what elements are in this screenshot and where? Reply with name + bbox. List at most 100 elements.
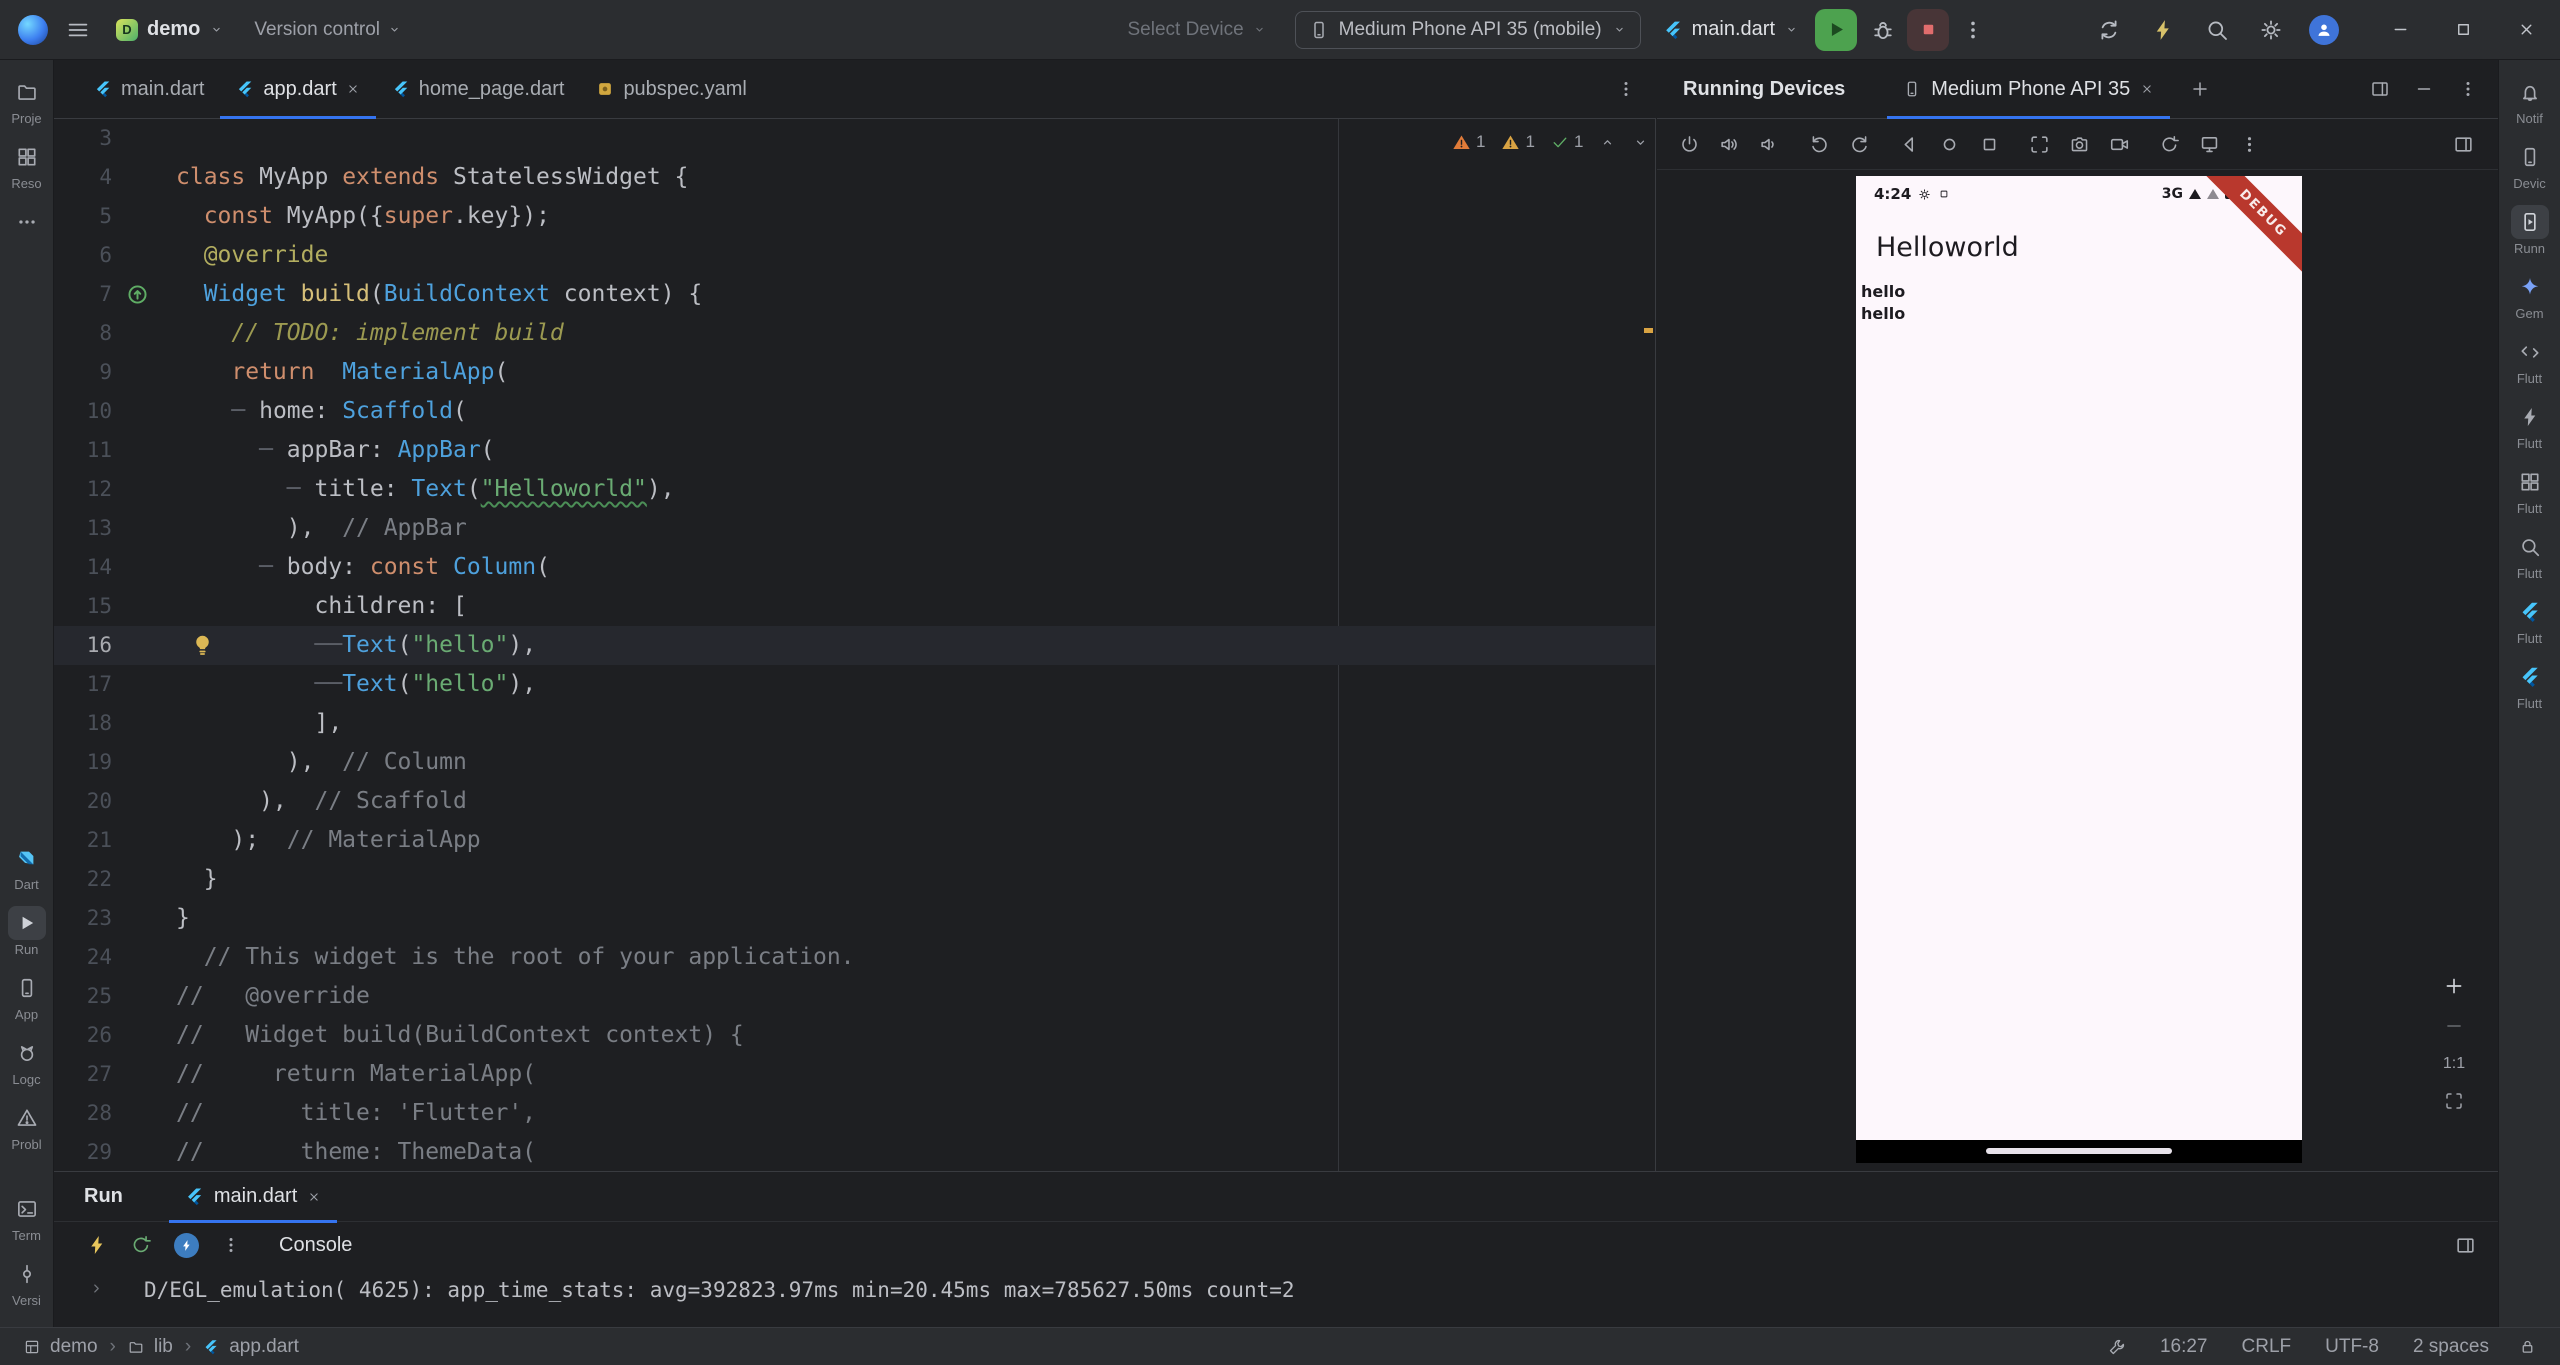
gesture-navigation-bar[interactable] xyxy=(1856,1140,2302,1163)
project-widget[interactable]: D demo xyxy=(116,18,224,41)
tool-version-control[interactable]: Versi xyxy=(8,1257,46,1308)
tab-main-dart[interactable]: main.dart xyxy=(78,60,220,118)
console-output[interactable]: D/EGL_emulation( 4625): app_time_stats: … xyxy=(54,1268,2498,1326)
tool-flutter-inspector[interactable]: Flutt xyxy=(2511,530,2549,581)
code-line[interactable]: 6 @override xyxy=(54,236,1655,275)
stop-button[interactable] xyxy=(1907,9,1949,51)
run-tab-main-dart[interactable]: main.dart xyxy=(169,1172,337,1222)
code-line[interactable]: 27// return MaterialApp( xyxy=(54,1055,1655,1094)
readonly-lock-icon[interactable] xyxy=(2519,1338,2536,1355)
volume-down-icon[interactable] xyxy=(1759,134,1780,155)
tool-flutter[interactable]: Flutt xyxy=(2511,660,2549,711)
tool-flutter-performance[interactable]: Flutt xyxy=(2511,400,2549,451)
crumb-project[interactable]: demo xyxy=(50,1336,98,1358)
code-line[interactable]: 7 Widget build(BuildContext context) { xyxy=(54,275,1655,314)
rotate-right-icon[interactable] xyxy=(1849,134,1870,155)
rotate-left-icon[interactable] xyxy=(1809,134,1830,155)
zoom-in-button[interactable] xyxy=(2443,975,2465,997)
zoom-reset-button[interactable]: 1:1 xyxy=(2443,1055,2465,1073)
tab-home-page-dart[interactable]: home_page.dart xyxy=(376,60,581,118)
encoding[interactable]: UTF-8 xyxy=(2325,1336,2379,1358)
code-line[interactable]: 23} xyxy=(54,899,1655,938)
tool-logcat[interactable]: Logc xyxy=(8,1036,46,1087)
tab-pubspec-yaml[interactable]: pubspec.yaml xyxy=(580,60,762,118)
display-mode-icon[interactable] xyxy=(2199,134,2220,155)
tab-options-icon[interactable] xyxy=(1616,79,1636,99)
code-line[interactable]: 9 return MaterialApp( xyxy=(54,353,1655,392)
code-line[interactable]: 22 } xyxy=(54,860,1655,899)
code-line[interactable]: 19 ), // Column xyxy=(54,743,1655,782)
tool-dart-analysis[interactable]: Dart xyxy=(8,841,46,892)
tool-flutter-attach[interactable]: Flutt xyxy=(2511,595,2549,646)
code-line[interactable]: 20 ), // Scaffold xyxy=(54,782,1655,821)
window-close-button[interactable] xyxy=(2517,20,2536,39)
line-ending[interactable]: CRLF xyxy=(2242,1336,2292,1358)
next-problem-icon[interactable] xyxy=(1632,134,1649,151)
screenshot-button[interactable] xyxy=(2444,1091,2464,1111)
tool-terminal[interactable]: Term xyxy=(8,1192,46,1243)
vcs-widget[interactable]: Version control xyxy=(254,19,402,41)
fold-icon[interactable] xyxy=(88,1280,105,1297)
zoom-out-button[interactable] xyxy=(2443,1015,2465,1037)
code-line[interactable]: 8 // TODO: implement build xyxy=(54,314,1655,353)
code-line[interactable]: 25// @override xyxy=(54,977,1655,1016)
crumb-folder[interactable]: lib xyxy=(154,1336,173,1358)
code-line[interactable]: 5 const MyApp({super.key}); xyxy=(54,197,1655,236)
code-line[interactable]: 24 // This widget is the root of your ap… xyxy=(54,938,1655,977)
tool-running-devices[interactable]: Runn xyxy=(2511,205,2549,256)
code-line[interactable]: 4class MyApp extends StatelessWidget { xyxy=(54,158,1655,197)
tab-medium-phone[interactable]: Medium Phone API 35 xyxy=(1887,60,2170,118)
volume-up-icon[interactable] xyxy=(1719,134,1740,155)
hot-restart-icon[interactable] xyxy=(130,1234,152,1256)
indent-style[interactable]: 2 spaces xyxy=(2413,1336,2489,1358)
tool-flutter-outline[interactable]: Flutt xyxy=(2511,335,2549,386)
restart-icon[interactable] xyxy=(2159,134,2180,155)
tool-device-manager[interactable]: Devic xyxy=(2511,140,2549,191)
override-icon[interactable] xyxy=(126,283,149,306)
crumb-file[interactable]: app.dart xyxy=(229,1336,299,1358)
code-line[interactable]: 11 ─ appBar: AppBar( xyxy=(54,431,1655,470)
code-line[interactable]: 18 ], xyxy=(54,704,1655,743)
emulator-screen[interactable]: 4:24 3G Helloworld hello hello DEBUG xyxy=(1856,176,2302,1163)
console-options-icon[interactable] xyxy=(221,1235,241,1255)
inspections-widget[interactable]: 1 1 1 xyxy=(1452,127,1649,157)
code-line[interactable]: 26// Widget build(BuildContext context) … xyxy=(54,1016,1655,1055)
code-line[interactable]: 3 xyxy=(54,119,1655,158)
panel-options-icon[interactable] xyxy=(2458,79,2478,99)
lightbulb-icon[interactable] xyxy=(190,633,215,658)
code-editor[interactable]: 34class MyApp extends StatelessWidget {5… xyxy=(54,119,1656,1171)
console-tab[interactable]: Console xyxy=(279,1234,352,1257)
debug-button[interactable] xyxy=(1871,18,1895,42)
close-tab-icon[interactable] xyxy=(2140,82,2154,96)
code-line[interactable]: 17 ──Text("hello"), xyxy=(54,665,1655,704)
home-icon[interactable] xyxy=(1939,134,1960,155)
hamburger-menu-icon[interactable] xyxy=(66,18,90,42)
code-line[interactable]: 14 ─ body: const Column( xyxy=(54,548,1655,587)
tab-app-dart[interactable]: app.dart xyxy=(220,60,375,118)
code-line[interactable]: 12 ─ title: Text("Helloworld"), xyxy=(54,470,1655,509)
new-device-tab-button[interactable] xyxy=(2190,79,2210,99)
code-line[interactable]: 10 ─ home: Scaffold( xyxy=(54,392,1655,431)
overview-icon[interactable] xyxy=(1979,134,2000,155)
code-line[interactable]: 28// title: 'Flutter', xyxy=(54,1094,1655,1133)
code-line[interactable]: 29// theme: ThemeData( xyxy=(54,1133,1655,1171)
tool-more[interactable] xyxy=(8,205,46,241)
hot-reload-icon[interactable] xyxy=(86,1234,108,1256)
tool-resource-manager[interactable]: Reso xyxy=(8,140,46,191)
device-selector[interactable]: Medium Phone API 35 (mobile) xyxy=(1295,11,1641,49)
breadcrumb[interactable]: demo › lib › app.dart xyxy=(24,1336,299,1358)
avatar[interactable] xyxy=(2309,15,2339,45)
tool-gemini[interactable]: Gem xyxy=(2511,270,2549,321)
screen-record-icon[interactable] xyxy=(2109,134,2130,155)
tool-app-inspection[interactable]: App xyxy=(8,971,46,1022)
tool-flutter-packages[interactable]: Flutt xyxy=(2511,465,2549,516)
select-device-dropdown[interactable]: Select Device xyxy=(1127,19,1266,41)
back-icon[interactable] xyxy=(1899,134,1920,155)
search-icon[interactable] xyxy=(2205,18,2229,42)
settings-icon[interactable] xyxy=(2259,18,2283,42)
snapshot-icon[interactable] xyxy=(2029,134,2050,155)
tool-notifications[interactable]: Notif xyxy=(2511,75,2549,126)
apply-changes-icon[interactable] xyxy=(2151,18,2175,42)
device-more-icon[interactable] xyxy=(2239,134,2260,155)
tool-run[interactable]: Run xyxy=(8,906,46,957)
